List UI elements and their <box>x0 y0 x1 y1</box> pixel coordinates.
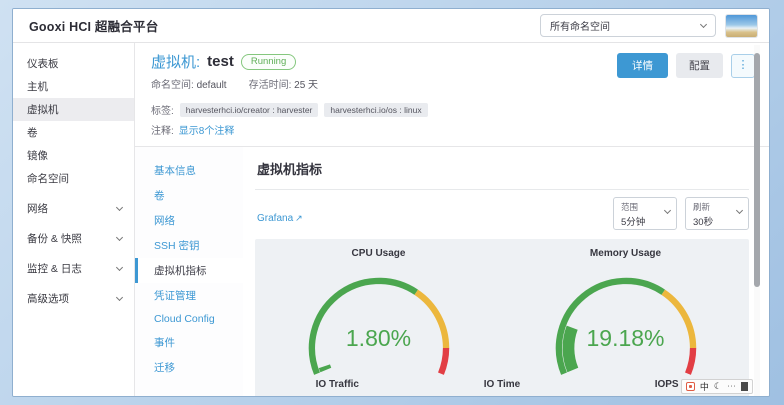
chart-io-traffic: IO Traffic5 kB/s4 kB/s3 kB/s <box>255 379 420 397</box>
metrics-canvas: CPU Usage 1.80% Memory Usage 19.18% IO Traf… <box>255 239 749 397</box>
moon-icon[interactable]: ☾ <box>714 381 722 392</box>
detail-tab[interactable]: 事件 <box>135 330 243 355</box>
tags-label: 标签: <box>151 102 174 117</box>
refresh-value: 30秒 <box>693 214 734 228</box>
sidebar-item[interactable]: 卷 <box>13 121 134 144</box>
details-button[interactable]: 详情 <box>617 53 668 78</box>
grafana-label: Grafana <box>257 213 293 224</box>
sidebar-item[interactable]: 备份 & 快照 <box>13 227 134 250</box>
annotations-label: 注释: <box>151 122 174 137</box>
sidebar-item-label: 网络 <box>27 201 48 216</box>
sidebar-item[interactable]: 高级选项 <box>13 287 134 310</box>
chevron-down-icon <box>116 293 123 300</box>
chevron-down-icon <box>116 263 123 270</box>
detail-tab[interactable]: 卷 <box>135 183 243 208</box>
config-button[interactable]: 配置 <box>676 53 723 78</box>
sidebar-item-label: 主机 <box>27 81 48 93</box>
sidebar-item[interactable]: 镜像 <box>13 144 134 167</box>
gauge-title: Memory Usage <box>502 248 749 259</box>
refresh-select[interactable]: 刷新 30秒 <box>685 197 749 230</box>
chevron-down-icon <box>736 207 743 214</box>
tags-row: 标签: harvesterhci.io/creator : harvesterh… <box>151 102 753 117</box>
ime-keyboard-icon[interactable] <box>741 382 748 391</box>
sidebar-item-label: 备份 & 快照 <box>27 231 82 246</box>
vm-header: 虚拟机: test Running 命名空间: default 存活时间: 25 … <box>135 43 769 146</box>
detail-tab[interactable]: SSH 密钥 <box>135 233 243 258</box>
sidebar-item-label: 仪表板 <box>27 58 59 70</box>
app-title: Gooxi HCI 超融合平台 <box>29 16 158 35</box>
tag-badge: harvesterhci.io/os : linux <box>324 103 427 117</box>
vm-meta: 命名空间: default 存活时间: 25 天 <box>151 76 753 91</box>
annotations-row: 注释: 显示8个注释 <box>151 122 753 146</box>
chevron-down-icon <box>116 203 123 210</box>
sidebar-item-label: 高级选项 <box>27 291 69 306</box>
namespace-filter-select[interactable]: 所有命名空间 <box>540 14 716 37</box>
detail-tab[interactable]: 网络 <box>135 208 243 233</box>
vm-name: test <box>207 53 234 70</box>
sidebar-item-label: 命名空间 <box>27 173 69 185</box>
metrics-panel: 虚拟机指标 Grafana↗ 范围 5分钟 <box>243 147 769 397</box>
tag-badge: harvesterhci.io/creator : harvester <box>180 103 319 117</box>
detail-tab[interactable]: 凭证管理 <box>135 283 243 308</box>
metrics-title: 虚拟机指标 <box>255 147 749 190</box>
window-frame: Gooxi HCI 超融合平台 所有命名空间 仪表板主机虚拟机卷镜像命名空间网络… <box>0 0 784 405</box>
gauges-row: CPU Usage 1.80% Memory Usage 19.18% <box>255 248 749 377</box>
user-avatar[interactable] <box>726 15 757 37</box>
ime-toolbar[interactable]: 中 ☾ ⋯ <box>681 379 753 394</box>
sidebar-item[interactable]: 监控 & 日志 <box>13 257 134 280</box>
tag-list: harvesterhci.io/creator : harvester harve… <box>180 103 428 117</box>
chevron-down-icon <box>700 20 707 27</box>
sidebar-item[interactable]: 仪表板 <box>13 52 134 75</box>
namespace-filter-value: 所有命名空间 <box>550 18 610 33</box>
charts-row: IO Traffic5 kB/s4 kB/s3 kB/sIO Time2 ms1… <box>255 379 749 397</box>
top-navbar: Gooxi HCI 超融合平台 所有命名空间 <box>13 9 769 43</box>
grafana-link[interactable]: Grafana↗ <box>257 213 303 224</box>
range-value: 5分钟 <box>621 214 662 228</box>
main-content: 虚拟机: test Running 命名空间: default 存活时间: 25 … <box>135 43 769 397</box>
detail-tab[interactable]: 基本信息 <box>135 158 243 183</box>
gauge-title: CPU Usage <box>255 248 502 259</box>
range-label: 范围 <box>621 201 662 213</box>
chart-title: IO Time <box>426 379 579 390</box>
ime-lang-toggle[interactable]: 中 <box>700 380 709 393</box>
app-window: Gooxi HCI 超融合平台 所有命名空间 仪表板主机虚拟机卷镜像命名空间网络… <box>12 8 770 397</box>
sidebar-item-label: 镜像 <box>27 150 48 162</box>
topbar-right: 所有命名空间 <box>540 14 757 37</box>
external-link-icon: ↗ <box>295 213 303 223</box>
show-annotations-link[interactable]: 显示8个注释 <box>179 122 235 137</box>
ime-more-icon[interactable]: ⋯ <box>727 381 736 392</box>
chevron-down-icon <box>664 207 671 214</box>
status-badge: Running <box>241 54 296 70</box>
gauge-value: 19.18% <box>502 325 749 352</box>
vm-meta-item: 存活时间: 25 天 <box>249 76 318 91</box>
sidebar-item-label: 虚拟机 <box>27 104 59 116</box>
sidebar-item[interactable]: 主机 <box>13 75 134 98</box>
chart-io-time: IO Time2 ms1.50 ms1 ms <box>420 379 585 397</box>
detail-tab[interactable]: 虚拟机指标 <box>135 258 243 283</box>
detail-tab[interactable]: 迁移 <box>135 355 243 380</box>
refresh-label: 刷新 <box>693 201 734 213</box>
detail-tabs: 基本信息卷网络SSH 密钥虚拟机指标凭证管理Cloud Config事件迁移 <box>135 147 243 397</box>
more-actions-button[interactable]: ⋮ <box>731 54 755 78</box>
sidebar-item[interactable]: 网络 <box>13 197 134 220</box>
sidebar-item[interactable]: 虚拟机 <box>13 98 134 121</box>
sidebar-item-label: 卷 <box>27 127 38 139</box>
detail-tab[interactable]: Cloud Config <box>135 308 243 330</box>
ime-logo-icon[interactable] <box>686 382 695 391</box>
vm-type-link[interactable]: 虚拟机: <box>151 51 200 72</box>
gauge-value: 1.80% <box>255 325 502 352</box>
chart-title: IO Traffic <box>261 379 414 390</box>
sidebar-nav: 仪表板主机虚拟机卷镜像命名空间网络备份 & 快照监控 & 日志高级选项 <box>13 43 135 397</box>
gauge-cpu-usage: CPU Usage 1.80% <box>255 248 502 377</box>
chevron-down-icon <box>116 233 123 240</box>
scrollbar-thumb[interactable] <box>754 53 760 287</box>
sidebar-item[interactable]: 命名空间 <box>13 167 134 190</box>
vm-meta-item: 命名空间: default <box>151 76 227 91</box>
range-select[interactable]: 范围 5分钟 <box>613 197 677 230</box>
header-actions: 详情 配置 ⋮ <box>617 53 755 78</box>
gauge-memory-usage: Memory Usage 19.18% <box>502 248 749 377</box>
sidebar-item-label: 监控 & 日志 <box>27 261 82 276</box>
